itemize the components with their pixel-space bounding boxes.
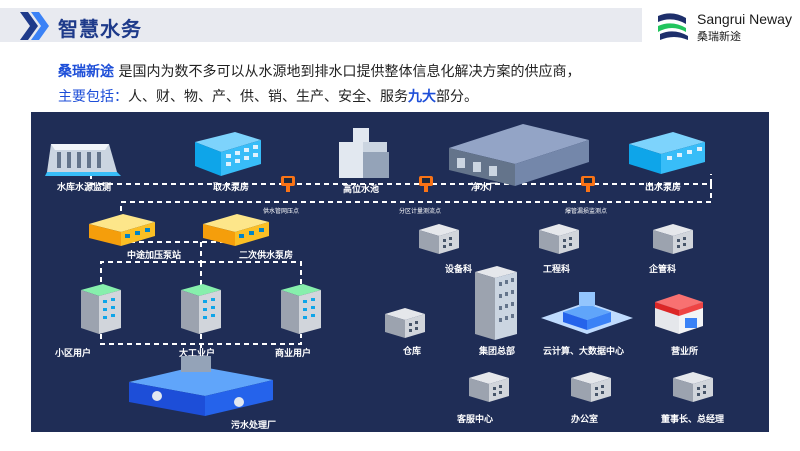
water-system-diagram: 水库水源监测 取水泵房 高位水池 净水厂 出水泵房 供水管网压点 分区计量测流点 [31, 112, 769, 432]
office-building-icon [571, 372, 611, 402]
label-cloud: 云计算、大数据中心 [543, 347, 625, 357]
cloud-datacenter-icon [541, 292, 633, 334]
label-service: 客服中心 [457, 415, 494, 425]
label-secondary: 二次供水泵房 [239, 251, 294, 261]
secondary-pump-station-icon [203, 214, 269, 246]
outlet-pump-building-icon [629, 132, 705, 174]
intro-line-2: 主要包括：人、财、物、产、供、销、生产、安全、服务九大部分。 [58, 85, 778, 110]
label-hq: 集团总部 [479, 347, 516, 357]
intake-pump-building-icon [195, 132, 261, 176]
industrial-building-icon [181, 284, 221, 334]
label-high-tank: 高位水池 [343, 185, 380, 195]
page-title: 智慧水务 [58, 17, 142, 41]
label-reservoir: 水库水源监测 [57, 183, 112, 193]
water-purification-plant-icon [449, 124, 589, 186]
executive-building-icon [673, 372, 713, 402]
residential-building-icon [81, 284, 121, 334]
flow-meter-icon [419, 176, 433, 192]
label-intake: 取水泵房 [213, 183, 250, 193]
label-business: 营业所 [671, 347, 699, 357]
pressure-sensor-icon [281, 176, 295, 192]
business-office-store-icon [655, 294, 703, 334]
label-sensor-leak: 爆管漏损监测点 [565, 208, 608, 215]
bottom-strip [0, 432, 800, 451]
label-outlet: 出水泵房 [645, 183, 682, 193]
reservoir-dam-icon [45, 144, 121, 176]
sewage-treatment-plant-icon [129, 356, 273, 416]
label-sensor-flow: 分区计量测流点 [399, 208, 442, 215]
chevron-right-icon [20, 12, 49, 40]
intro-line-2-suffix: 部分。 [436, 89, 478, 105]
label-engineering: 工程科 [543, 265, 571, 275]
label-chairman: 董事长、总经理 [661, 415, 725, 425]
intro-text: 桑瑞新途 是国内为数不多可以从水源地到排水口提供整体信息化解决方案的供应商， 主… [58, 60, 778, 110]
intro-line-1-text: 是国内为数不多可以从水源地到排水口提供整体信息化解决方案的供应商， [118, 64, 581, 80]
intro-line-2-emphasis: 九大 [408, 89, 436, 105]
label-commercial: 商业用户 [275, 349, 312, 359]
engineering-dept-building-icon [539, 224, 579, 254]
label-purify: 净水厂 [471, 183, 499, 193]
equipment-dept-building-icon [419, 224, 459, 254]
label-office: 办公室 [571, 415, 599, 425]
label-residential: 小区用户 [55, 349, 92, 359]
label-sewage: 污水处理厂 [231, 421, 277, 431]
intro-line-1: 桑瑞新途 是国内为数不多可以从水源地到排水口提供整体信息化解决方案的供应商， [58, 60, 778, 85]
intro-line-2-prefix: 主要包括： [58, 89, 128, 105]
pipe-top [90, 174, 712, 185]
leak-detector-icon [581, 176, 595, 192]
booster-station-icon [89, 214, 155, 246]
enterprise-dept-building-icon [653, 224, 693, 254]
service-center-building-icon [469, 372, 509, 402]
logo-chinese-name: 桑瑞新途 [697, 30, 741, 43]
intro-line-2-items: 人、财、物、产、供、销、生产、安全、服务 [128, 89, 408, 105]
commercial-building-icon [281, 284, 321, 334]
brand-name: 桑瑞新途 [58, 64, 114, 80]
logo-english-name: Sangrui Neway [697, 11, 792, 27]
header: 智慧水务 Sangrui Neway 桑瑞新途 [0, 0, 800, 52]
headquarters-tower-icon [475, 266, 517, 340]
company-logo-icon [658, 13, 688, 40]
label-booster: 中途加压泵站 [127, 251, 182, 261]
label-warehouse: 仓库 [403, 347, 422, 357]
label-equipment: 设备科 [445, 265, 473, 275]
warehouse-building-icon [385, 308, 425, 338]
label-enterprise: 企管科 [649, 265, 677, 275]
high-water-tank-icon [339, 128, 389, 178]
